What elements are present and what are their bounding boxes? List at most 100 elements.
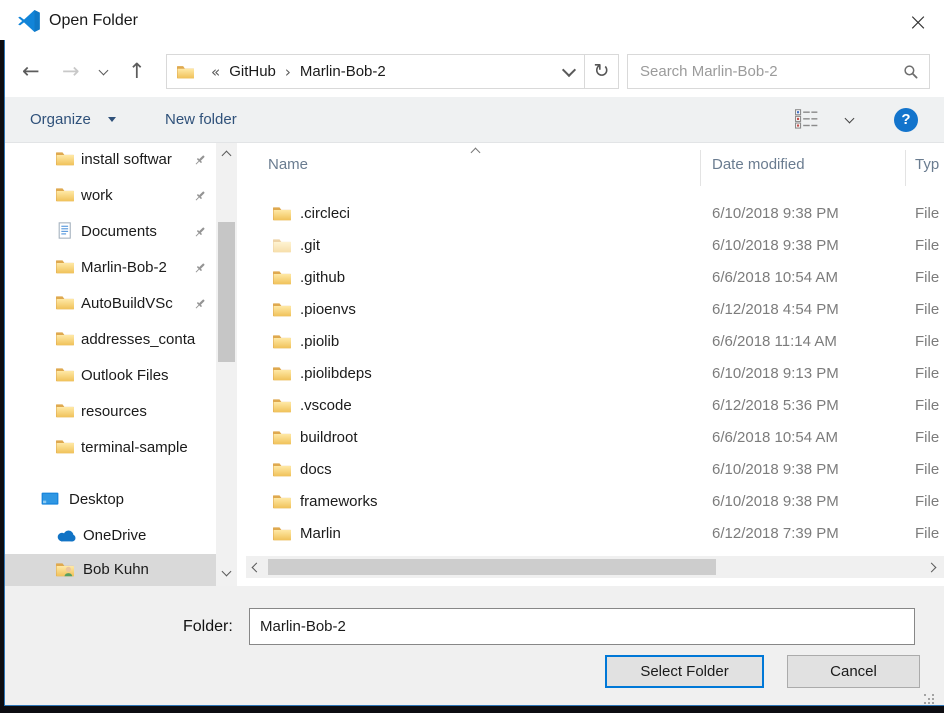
address-dropdown-chevron-icon[interactable] [562, 62, 576, 76]
file-date: 6/6/2018 10:54 AM [712, 262, 838, 294]
sidebar-item-label: Bob Kuhn [83, 554, 149, 586]
file-date: 6/12/2018 5:36 PM [712, 390, 839, 422]
user-folder-icon [56, 562, 74, 577]
sidebar-item-autobuildvsc[interactable]: AutoBuildVSc [5, 286, 216, 322]
file-row-frameworks[interactable]: frameworks 6/10/2018 9:38 PM File [246, 486, 944, 518]
file-name: frameworks [300, 486, 378, 518]
folder-icon [273, 334, 291, 349]
file-row-marlin[interactable]: Marlin 6/12/2018 7:39 PM File [246, 518, 944, 550]
forward-button[interactable]: → [62, 57, 80, 85]
vscode-icon [17, 9, 41, 33]
sort-ascending-caret-icon [471, 148, 481, 158]
column-header-type[interactable]: Typ [915, 156, 939, 173]
sidebar-item-outlook-files[interactable]: Outlook Files [5, 358, 216, 394]
new-folder-button[interactable]: New folder [165, 97, 237, 143]
window-border-accent [4, 40, 5, 705]
folder-icon [56, 151, 74, 166]
search-input[interactable] [638, 62, 903, 81]
close-icon[interactable]: × [902, 8, 934, 36]
sidebar-item-desktop[interactable]: Desktop [5, 482, 216, 518]
sidebar-item-bob-kuhn[interactable]: Bob Kuhn [5, 554, 216, 586]
recent-locations-chevron-icon[interactable] [99, 66, 109, 76]
file-row-vscode[interactable]: .vscode 6/12/2018 5:36 PM File [246, 390, 944, 422]
file-type: File [915, 230, 939, 262]
back-button[interactable]: ← [22, 57, 40, 85]
folder-icon [56, 403, 74, 418]
sidebar-item-label: Marlin-Bob-2 [81, 250, 167, 286]
change-view-icon[interactable] [795, 109, 819, 129]
breadcrumb-item-marlin-bob-2[interactable]: Marlin-Bob-2 [300, 63, 386, 80]
resize-grip[interactable] [924, 694, 926, 696]
column-divider[interactable] [700, 150, 701, 186]
file-type: File [915, 294, 939, 326]
search-icon[interactable] [903, 64, 919, 80]
hidden-folder-icon [273, 238, 291, 253]
file-date: 6/12/2018 7:39 PM [712, 518, 839, 550]
sidebar-item-label: AutoBuildVSc [81, 286, 173, 322]
file-row-github[interactable]: .github 6/6/2018 10:54 AM File [246, 262, 944, 294]
pin-icon [193, 225, 207, 239]
file-row-piolib[interactable]: .piolib 6/6/2018 11:14 AM File [246, 326, 944, 358]
sidebar-item-marlin-bob-2[interactable]: Marlin-Bob-2 [5, 250, 216, 286]
sidebar-scrollbar-thumb[interactable] [218, 222, 235, 362]
folder-icon [273, 526, 291, 541]
column-header-date-modified[interactable]: Date modified [712, 156, 805, 173]
address-bar[interactable]: « GitHub › Marlin-Bob-2 [166, 54, 585, 89]
document-icon [56, 222, 73, 239]
breadcrumb-separator-icon: › [285, 63, 291, 81]
file-type: File [915, 454, 939, 486]
file-row-pioenvs[interactable]: .pioenvs 6/12/2018 4:54 PM File [246, 294, 944, 326]
folder-name-input[interactable] [249, 608, 915, 645]
sidebar-item-terminal-sample[interactable]: terminal-sample [5, 430, 216, 466]
file-row-git[interactable]: .git 6/10/2018 9:38 PM File [246, 230, 944, 262]
sidebar-item-documents[interactable]: Documents [5, 214, 216, 250]
column-divider[interactable] [905, 150, 906, 186]
refresh-button[interactable]: ↻ [584, 54, 619, 89]
sidebar-scrollbar[interactable] [216, 143, 237, 587]
pin-icon [193, 261, 207, 275]
folder-icon [56, 295, 74, 310]
file-date: 6/12/2018 4:54 PM [712, 294, 839, 326]
search-box[interactable] [627, 54, 930, 89]
sidebar-item-label: addresses_conta [81, 322, 195, 358]
folder-icon [273, 462, 291, 477]
organize-dropdown-caret-icon[interactable] [108, 117, 116, 122]
file-row-docs[interactable]: docs 6/10/2018 9:38 PM File [246, 454, 944, 486]
folder-icon [56, 439, 74, 454]
sidebar-item-label: resources [81, 394, 147, 430]
sidebar-item-install-software[interactable]: install softwar [5, 142, 216, 178]
file-name: Marlin [300, 518, 341, 550]
select-folder-button[interactable]: Select Folder [605, 655, 764, 688]
cancel-button[interactable]: Cancel [787, 655, 920, 688]
help-button[interactable]: ? [894, 108, 918, 132]
file-date: 6/6/2018 10:54 AM [712, 422, 838, 454]
column-header-name[interactable]: Name [268, 156, 308, 173]
horizontal-scrollbar-thumb[interactable] [268, 559, 716, 575]
window-border-accent [4, 705, 944, 706]
file-name: .piolibdeps [300, 358, 372, 390]
file-row-buildroot[interactable]: buildroot 6/6/2018 10:54 AM File [246, 422, 944, 454]
file-type: File [915, 358, 939, 390]
organize-button[interactable]: Organize [30, 97, 91, 143]
file-date: 6/10/2018 9:13 PM [712, 358, 839, 390]
file-name: .git [300, 230, 320, 262]
file-date: 6/10/2018 9:38 PM [712, 198, 839, 230]
file-row-circleci[interactable]: .circleci 6/10/2018 9:38 PM File [246, 198, 944, 230]
breadcrumb-item-github[interactable]: GitHub [229, 63, 276, 80]
sidebar-item-addresses-contacts[interactable]: addresses_conta [5, 322, 216, 358]
file-date: 6/10/2018 9:38 PM [712, 454, 839, 486]
up-button[interactable]: ↑ [128, 57, 146, 85]
sidebar-item-work[interactable]: work [5, 178, 216, 214]
sidebar-item-label: Desktop [69, 482, 124, 518]
file-type: File [915, 518, 939, 550]
pin-icon [193, 189, 207, 203]
sidebar-item-resources[interactable]: resources [5, 394, 216, 430]
sidebar-item-label: terminal-sample [81, 430, 188, 466]
file-type: File [915, 422, 939, 454]
file-row-piolibdeps[interactable]: .piolibdeps 6/10/2018 9:13 PM File [246, 358, 944, 390]
sidebar-item-onedrive[interactable]: OneDrive [5, 518, 216, 554]
file-name: .circleci [300, 198, 350, 230]
file-date: 6/10/2018 9:38 PM [712, 486, 839, 518]
folder-icon [273, 206, 291, 221]
breadcrumb-overflow-icon[interactable]: « [211, 63, 220, 81]
